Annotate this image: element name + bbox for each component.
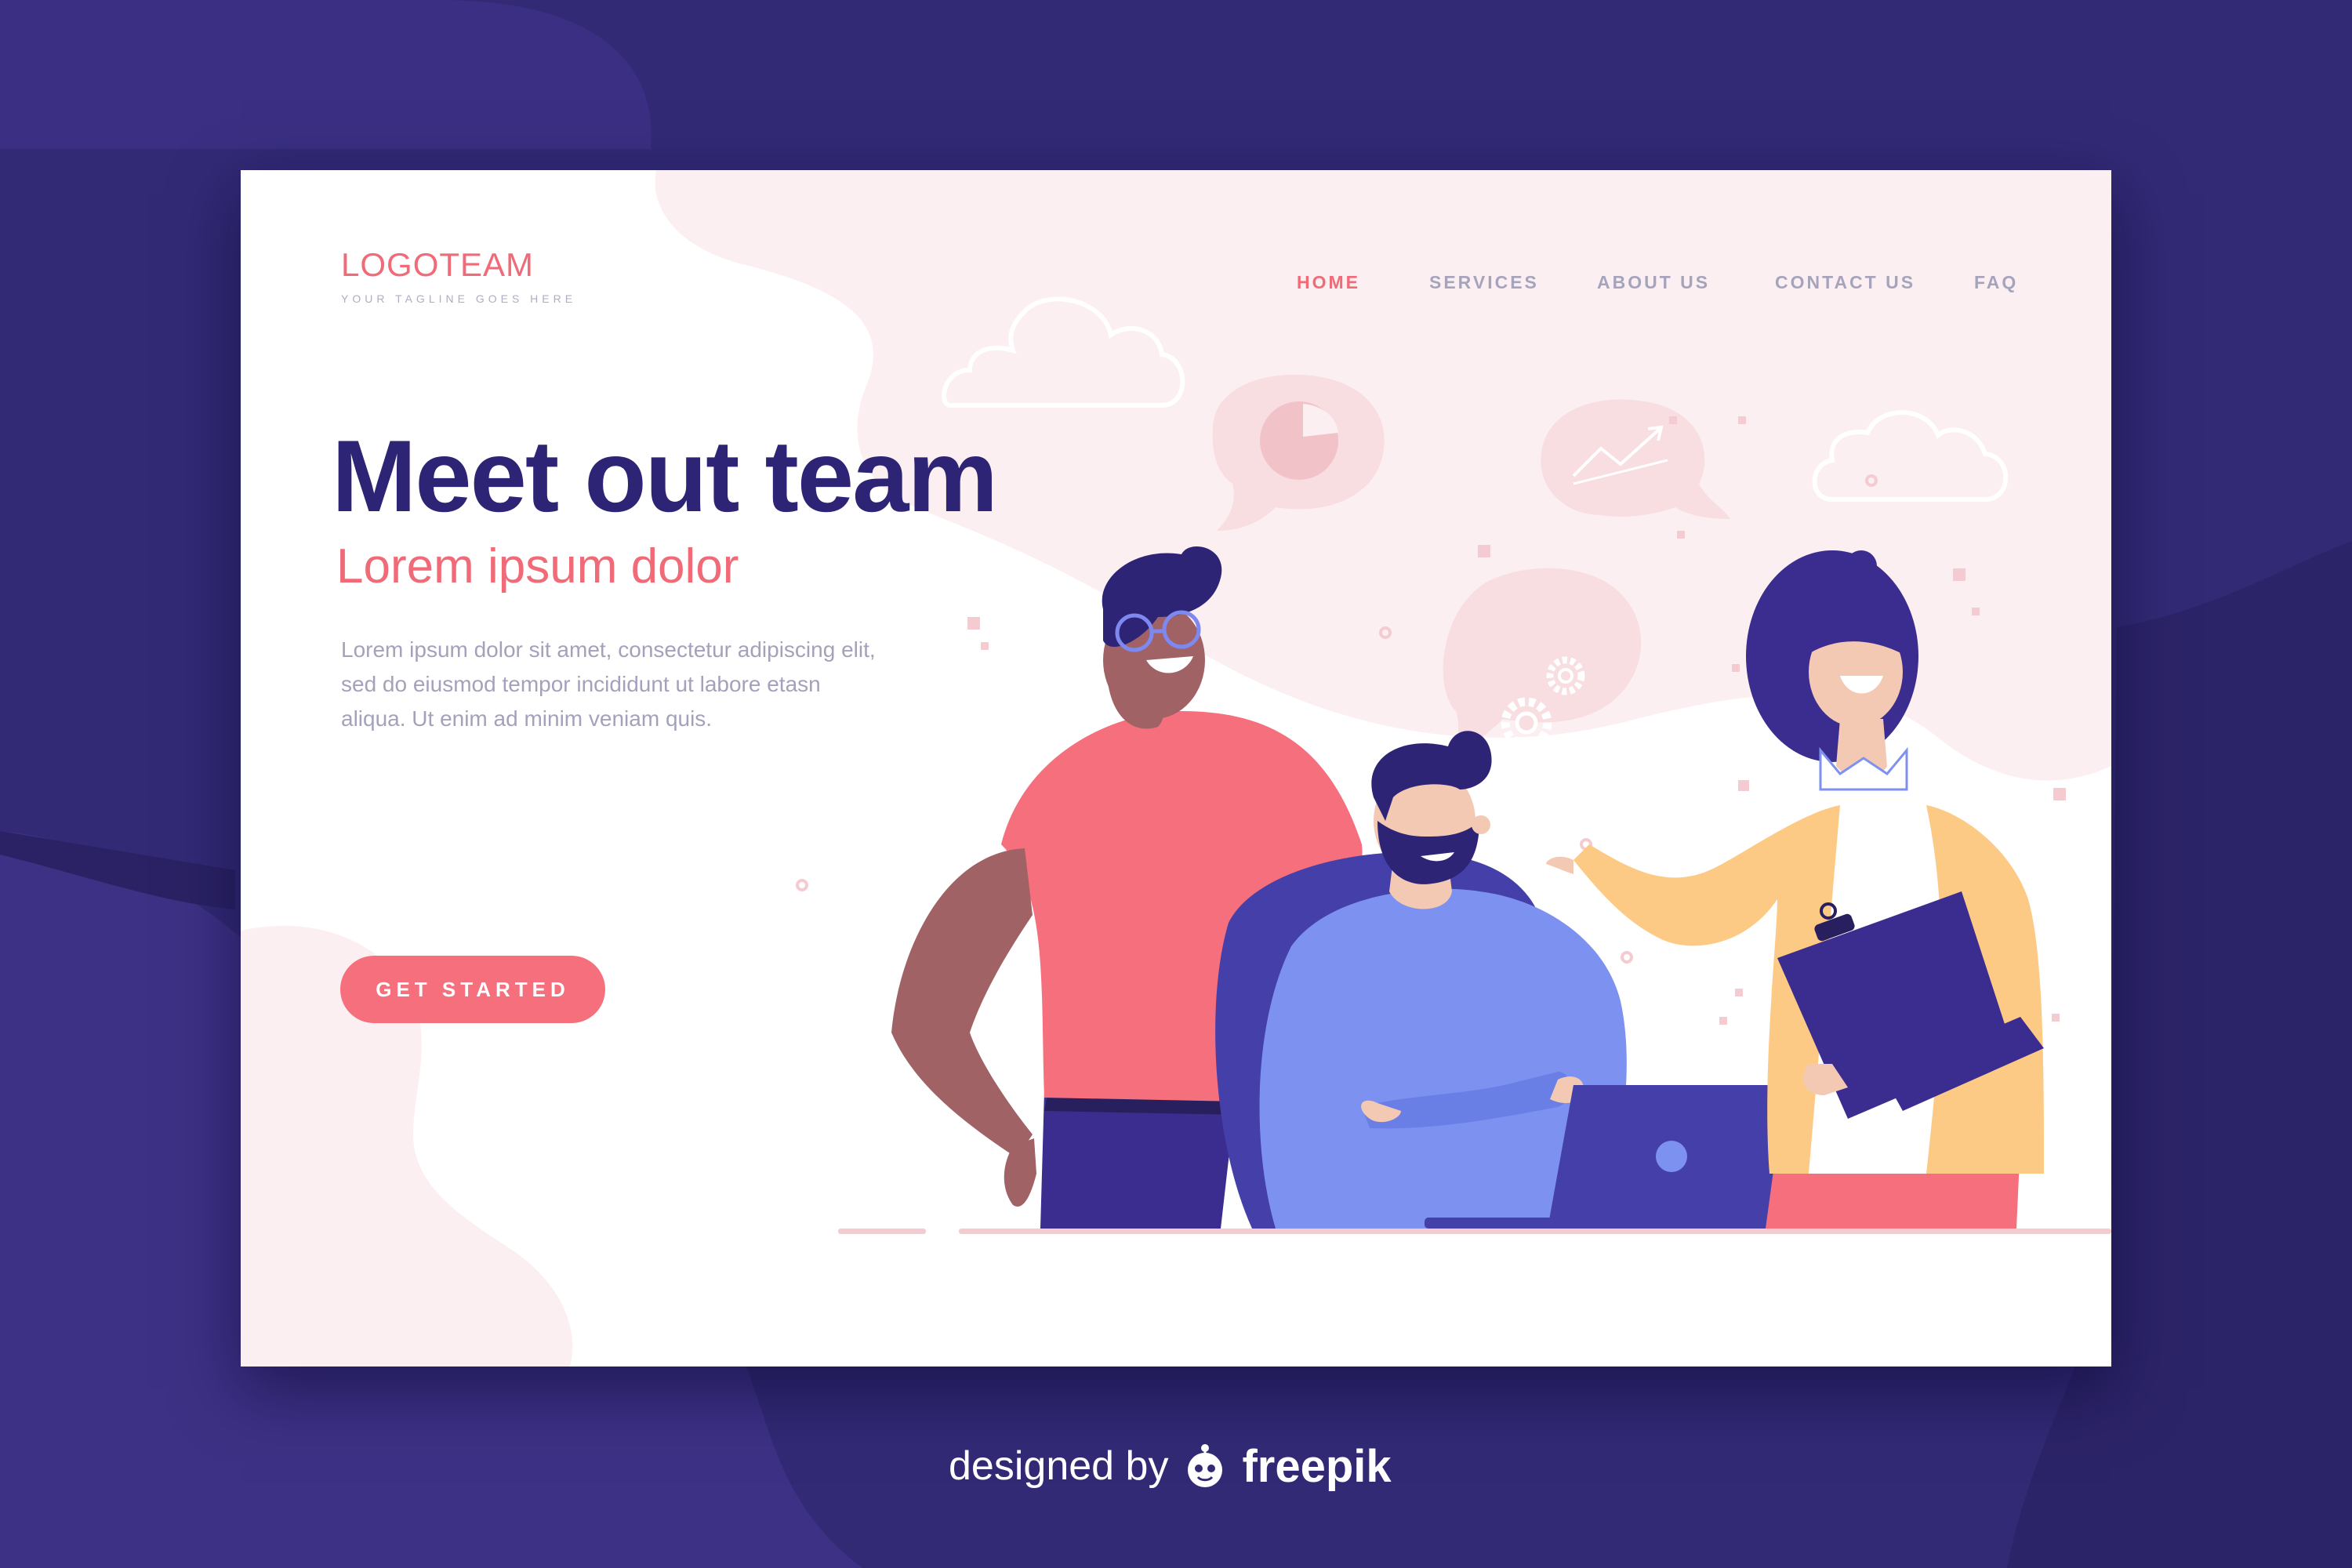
- floor-line: [838, 1229, 2111, 1234]
- freepik-logo-icon: [1188, 1444, 1223, 1487]
- cloud-icon: [1812, 410, 2009, 502]
- pie-chart-icon: [1212, 374, 1385, 531]
- attribution-brand: freepik: [1242, 1440, 1392, 1492]
- team-illustration: [796, 296, 2111, 1234]
- gears-icon: [1443, 568, 1642, 754]
- trend-line-icon: [1541, 399, 1730, 519]
- landing-page-card: LOGOTEAM YOUR TAGLINE GOES HERE HOME SER…: [241, 170, 2111, 1367]
- attribution[interactable]: designed by freepik: [949, 1435, 1392, 1497]
- attribution-prefix: designed by: [949, 1443, 1169, 1489]
- cloud-icon: [942, 296, 1185, 408]
